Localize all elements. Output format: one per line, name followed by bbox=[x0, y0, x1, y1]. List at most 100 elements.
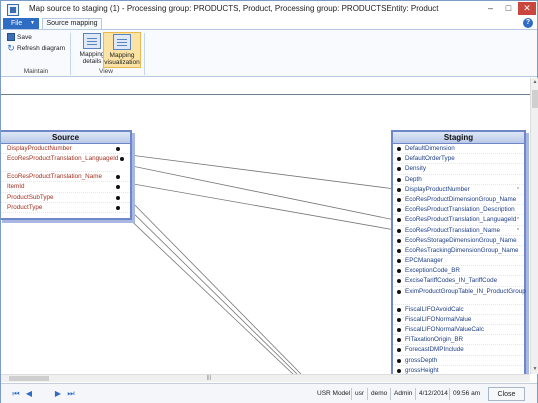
connector-dot[interactable] bbox=[397, 279, 401, 284]
connector-dot[interactable] bbox=[397, 197, 401, 202]
status-separator bbox=[415, 388, 416, 400]
save-label: Save bbox=[17, 34, 32, 41]
staging-field[interactable]: FiscalLIFONormalValue bbox=[393, 315, 524, 325]
staging-field[interactable]: FiscalLIFOAvoidCalc bbox=[393, 305, 524, 315]
file-tab-label: File bbox=[11, 20, 23, 27]
connector-dot[interactable] bbox=[397, 248, 401, 253]
refresh-diagram-button[interactable]: ↻ Refresh diagram bbox=[7, 44, 65, 54]
scroll-grip-icon[interactable]: ||| bbox=[207, 376, 217, 381]
connector-dot[interactable] bbox=[397, 307, 401, 312]
staging-field[interactable]: DefaultOrderType bbox=[393, 154, 524, 165]
connector-dot[interactable] bbox=[116, 185, 120, 190]
staging-field-label: EcoResTrackingDimensionGroup_Name bbox=[405, 246, 519, 254]
close-window-button[interactable]: ✕ bbox=[518, 2, 536, 15]
staging-field[interactable]: ExciseTariffCodes_IN_TariffCode bbox=[393, 276, 524, 287]
status-date: 4/12/2014 bbox=[419, 390, 448, 397]
connector-dot[interactable] bbox=[116, 175, 120, 180]
connector-dot[interactable] bbox=[397, 218, 401, 223]
minimize-button[interactable]: – bbox=[483, 2, 498, 15]
staging-field[interactable]: grossDepth bbox=[393, 356, 524, 366]
previous-record-icon[interactable]: ◀ bbox=[24, 389, 34, 399]
staging-field[interactable]: DefaultDimension bbox=[393, 144, 524, 155]
connector-dot[interactable] bbox=[397, 147, 401, 151]
staging-field[interactable]: grossHeight bbox=[393, 366, 524, 374]
staging-field[interactable]: EximProductGroupTable_IN_ProductGroup bbox=[393, 287, 526, 305]
scroll-up-icon[interactable]: ▲ bbox=[532, 79, 538, 85]
source-entity-box[interactable]: Source DisplayProductNumber EcoResProduc… bbox=[1, 130, 132, 220]
connector-dot[interactable] bbox=[116, 205, 120, 210]
source-field[interactable]: EcoResProductTranslation_LanguageId bbox=[1, 154, 124, 173]
connector-dot[interactable] bbox=[397, 317, 401, 322]
staging-field[interactable]: EcoResProductTranslation_LanguageId * bbox=[393, 215, 524, 226]
connector-dot[interactable] bbox=[397, 259, 401, 264]
source-field[interactable]: ProductType bbox=[1, 203, 130, 213]
last-record-icon[interactable]: ⏭ bbox=[66, 389, 76, 399]
connector-dot[interactable] bbox=[397, 187, 401, 192]
connector-dot[interactable] bbox=[397, 368, 401, 373]
source-field[interactable]: EcoResProductTranslation_Name bbox=[1, 172, 130, 183]
mapping-visualization-button[interactable]: Mapping visualization bbox=[103, 32, 141, 68]
mapping-details-icon bbox=[83, 33, 101, 49]
key-marker-icon: * bbox=[517, 217, 519, 224]
staging-field[interactable]: Depth bbox=[393, 175, 524, 185]
mapping-window: Map source to staging (1) - Processing g… bbox=[0, 0, 538, 403]
staging-field[interactable]: EcoResProductDimensionGroup_Name bbox=[393, 195, 524, 206]
staging-field-label: EcoResProductTranslation_Description bbox=[405, 206, 515, 214]
next-record-icon[interactable]: ▶ bbox=[53, 389, 63, 399]
connector-dot[interactable] bbox=[120, 157, 124, 162]
connector-dot[interactable] bbox=[116, 195, 120, 200]
connector-dot[interactable] bbox=[397, 269, 401, 274]
status-model: USR Model bbox=[317, 390, 351, 397]
staging-entity-box[interactable]: Staging DefaultDimension DefaultOrderTyp… bbox=[391, 130, 526, 374]
staging-field[interactable]: ExceptionCode_BR bbox=[393, 266, 524, 277]
maximize-button[interactable]: □ bbox=[501, 2, 516, 15]
connector-dot[interactable] bbox=[397, 228, 401, 233]
connector-dot[interactable] bbox=[397, 348, 401, 353]
app-icon bbox=[7, 4, 19, 16]
connector-dot[interactable] bbox=[397, 338, 401, 343]
staging-field-label: Depth bbox=[405, 175, 422, 183]
connector-dot[interactable] bbox=[116, 147, 120, 151]
staging-field-label: EcoResProductDimensionGroup_Name bbox=[405, 195, 517, 203]
save-button[interactable]: Save bbox=[7, 33, 32, 43]
help-icon[interactable]: ? bbox=[523, 18, 533, 28]
staging-field[interactable]: EcoResTrackingDimensionGroup_Name bbox=[393, 246, 524, 257]
connector-dot[interactable] bbox=[397, 208, 401, 213]
mapping-line bbox=[121, 191, 302, 374]
connector-dot[interactable] bbox=[397, 238, 401, 243]
staging-field[interactable]: Density bbox=[393, 164, 524, 175]
connector-dot[interactable] bbox=[397, 358, 401, 363]
first-record-icon[interactable]: ⏮ bbox=[11, 389, 21, 399]
staging-field[interactable]: FITaxationOrigin_BR bbox=[393, 335, 524, 346]
horizontal-scrollbar[interactable]: ||| bbox=[1, 374, 530, 382]
source-field[interactable]: DisplayProductNumber bbox=[1, 144, 130, 155]
staging-field-label: EximProductGroupTable_IN_ProductGroup bbox=[405, 287, 526, 295]
staging-field[interactable]: FiscalLIFONormalValueCalc bbox=[393, 325, 524, 336]
file-tab[interactable]: File ▼ bbox=[3, 18, 39, 29]
tab-source-mapping[interactable]: Source mapping bbox=[42, 18, 102, 29]
connector-dot[interactable] bbox=[397, 177, 401, 182]
staging-field[interactable]: EcoResStorageDimensionGroup_Name bbox=[393, 236, 524, 246]
scroll-down-icon[interactable]: ▼ bbox=[532, 366, 538, 372]
staging-field[interactable]: DisplayProductNumber * bbox=[393, 185, 524, 195]
staging-field[interactable]: ForecastDMPInclude bbox=[393, 345, 524, 356]
connector-dot[interactable] bbox=[397, 289, 401, 294]
mapping-canvas[interactable]: Source DisplayProductNumber EcoResProduc… bbox=[1, 78, 530, 374]
staging-field-label: Density bbox=[405, 165, 426, 173]
horizontal-scroll-thumb[interactable] bbox=[9, 376, 49, 381]
connector-dot[interactable] bbox=[397, 328, 401, 332]
staging-field-label: ExceptionCode_BR bbox=[405, 267, 460, 275]
staging-field-label: EcoResProductTranslation_Name bbox=[405, 226, 500, 234]
close-button[interactable]: Close bbox=[488, 387, 525, 401]
connector-dot[interactable] bbox=[397, 157, 401, 162]
source-field[interactable]: ItemId bbox=[1, 182, 130, 193]
vertical-scroll-thumb[interactable] bbox=[532, 90, 538, 108]
staging-field[interactable]: EcoResProductTranslation_Description bbox=[393, 205, 524, 216]
connector-dot[interactable] bbox=[397, 167, 401, 172]
staging-field-label: EcoResStorageDimensionGroup_Name bbox=[405, 236, 517, 244]
staging-field[interactable]: EPCManager bbox=[393, 256, 524, 267]
source-field[interactable]: ProductSubType bbox=[1, 193, 130, 203]
staging-field[interactable]: EcoResProductTranslation_Name * bbox=[393, 226, 524, 236]
source-field-label: ItemId bbox=[7, 183, 25, 191]
vertical-scrollbar[interactable]: ▲ ▼ bbox=[530, 78, 538, 374]
